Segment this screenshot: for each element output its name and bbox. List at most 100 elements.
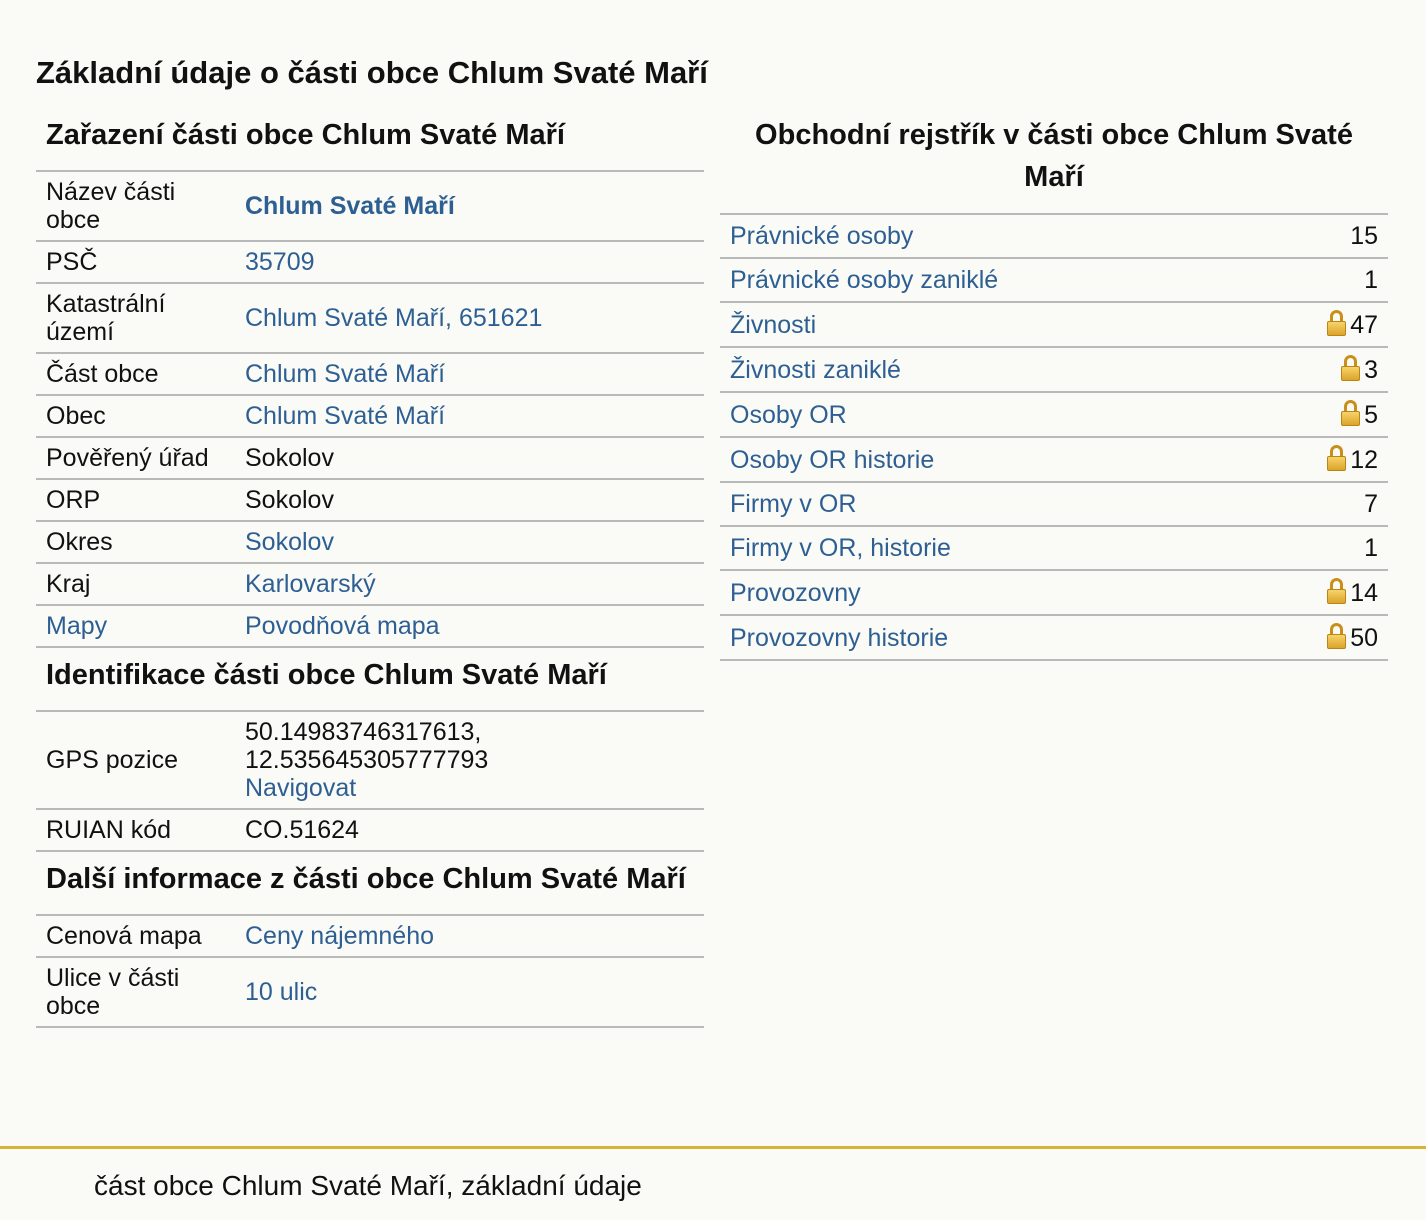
row-label: GPS pozice xyxy=(36,711,235,810)
register-count: 1 xyxy=(1364,534,1378,562)
register-count: 12 xyxy=(1350,446,1378,474)
row-label: Ulice v části obce xyxy=(36,957,235,1028)
row-label: Okres xyxy=(36,521,235,564)
cast-obce-link[interactable]: Chlum Svaté Maří xyxy=(245,360,445,388)
register-count-cell: 12 xyxy=(1256,437,1388,483)
lock-icon[interactable] xyxy=(1341,400,1361,426)
register-link[interactable]: Živnosti xyxy=(730,311,816,339)
register-count-cell: 15 xyxy=(1256,214,1388,259)
register-count-cell: 47 xyxy=(1256,302,1388,348)
gps-longitude: 12.535645305777793 xyxy=(245,746,489,774)
register-count-cell: 1 xyxy=(1256,258,1388,303)
register-count-cell: 14 xyxy=(1256,570,1388,616)
register-count-cell: 3 xyxy=(1256,347,1388,393)
povereny-urad-value: Sokolov xyxy=(235,437,704,480)
register-link[interactable]: Provozovny xyxy=(730,579,861,607)
table-row: Katastrální území Chlum Svaté Maří, 6516… xyxy=(36,283,704,354)
table-row: Název části obce Chlum Svaté Maří xyxy=(36,171,704,242)
register-count: 14 xyxy=(1350,579,1378,607)
identifikace-heading: Identifikace části obce Chlum Svaté Maří xyxy=(46,659,607,691)
row-label: PSČ xyxy=(36,241,235,284)
table-row: Právnické osoby zaniklé 1 xyxy=(720,258,1388,303)
table-row: ORP Sokolov xyxy=(36,479,704,522)
ulice-link[interactable]: 10 ulic xyxy=(245,978,317,1006)
ceny-najemneho-link[interactable]: Ceny nájemného xyxy=(245,922,434,950)
register-count: 3 xyxy=(1364,356,1378,384)
register-count: 47 xyxy=(1350,311,1378,339)
table-row: Osoby OR historie 12 xyxy=(720,437,1388,483)
register-count: 5 xyxy=(1364,401,1378,429)
table-row: Část obce Chlum Svaté Maří xyxy=(36,353,704,396)
gps-latitude: 50.14983746317613, xyxy=(245,718,482,746)
row-label: Pověřený úřad xyxy=(36,437,235,480)
kraj-link[interactable]: Karlovarský xyxy=(245,570,376,598)
ruian-value: CO.51624 xyxy=(235,809,704,852)
register-link[interactable]: Provozovny historie xyxy=(730,624,948,652)
row-label: Kraj xyxy=(36,563,235,606)
orp-value: Sokolov xyxy=(235,479,704,522)
register-count: 15 xyxy=(1350,222,1378,250)
lock-icon[interactable] xyxy=(1327,310,1347,336)
register-link[interactable]: Firmy v OR xyxy=(730,490,856,518)
zarazeni-table: Název části obce Chlum Svaté Maří PSČ 35… xyxy=(36,170,704,648)
register-count-cell: 5 xyxy=(1256,392,1388,438)
table-row: Okres Sokolov xyxy=(36,521,704,564)
register-count-cell: 1 xyxy=(1256,526,1388,571)
mapy-link[interactable]: Mapy xyxy=(46,612,107,640)
table-row: GPS pozice 50.14983746317613, 12.5356453… xyxy=(36,711,704,810)
lock-icon[interactable] xyxy=(1327,578,1347,604)
table-row: Cenová mapa Ceny nájemného xyxy=(36,915,704,958)
navigovat-link[interactable]: Navigovat xyxy=(245,774,356,802)
register-link[interactable]: Právnické osoby xyxy=(730,222,913,250)
table-row: PSČ 35709 xyxy=(36,241,704,284)
table-row: Právnické osoby 15 xyxy=(720,214,1388,259)
okres-link[interactable]: Sokolov xyxy=(245,528,334,556)
row-label: RUIAN kód xyxy=(36,809,235,852)
table-row: Mapy Povodňová mapa xyxy=(36,605,704,648)
table-row: Pověřený úřad Sokolov xyxy=(36,437,704,480)
psc-link[interactable]: 35709 xyxy=(245,248,315,276)
table-row: Obec Chlum Svaté Maří xyxy=(36,395,704,438)
register-count: 7 xyxy=(1364,490,1378,518)
rejstrik-heading: Obchodní rejstřík v části obce Chlum Sva… xyxy=(755,119,1353,193)
register-count: 50 xyxy=(1350,624,1378,652)
right-column: Obchodní rejstřík v části obce Chlum Sva… xyxy=(720,108,1388,661)
table-row: Kraj Karlovarský xyxy=(36,563,704,606)
register-link[interactable]: Firmy v OR, historie xyxy=(730,534,951,562)
table-row: Živnosti 47 xyxy=(720,302,1388,348)
register-count: 1 xyxy=(1364,266,1378,294)
katastralni-uzemi-link[interactable]: Chlum Svaté Maří, 651621 xyxy=(245,304,542,332)
register-link[interactable]: Právnické osoby zaniklé xyxy=(730,266,998,294)
table-row: Ulice v části obce 10 ulic xyxy=(36,957,704,1028)
povodnova-mapa-link[interactable]: Povodňová mapa xyxy=(245,612,440,640)
dalsi-heading: Další informace z části obce Chlum Svaté… xyxy=(46,863,686,895)
obec-link[interactable]: Chlum Svaté Maří xyxy=(245,402,445,430)
lock-icon[interactable] xyxy=(1327,445,1347,471)
lock-icon[interactable] xyxy=(1341,355,1361,381)
register-count-cell: 7 xyxy=(1256,482,1388,527)
row-label: ORP xyxy=(36,479,235,522)
footer-divider xyxy=(0,1146,1426,1149)
row-label: Obec xyxy=(36,395,235,438)
table-row: Provozovny historie 50 xyxy=(720,615,1388,661)
row-label: Katastrální území xyxy=(36,283,235,354)
register-link[interactable]: Živnosti zaniklé xyxy=(730,356,901,384)
table-row: Živnosti zaniklé 3 xyxy=(720,347,1388,393)
rejstrik-table: Právnické osoby 15 Právnické osoby zaniklé… xyxy=(720,213,1388,661)
page-title: Základní údaje o části obce Chlum Svaté … xyxy=(36,55,708,90)
left-column: Zařazení části obce Chlum Svaté Maří Náz… xyxy=(36,108,704,1028)
dalsi-table: Cenová mapa Ceny nájemného Ulice v části… xyxy=(36,914,704,1028)
register-count-cell: 50 xyxy=(1256,615,1388,661)
identifikace-table: GPS pozice 50.14983746317613, 12.5356453… xyxy=(36,710,704,852)
nazev-casti-obce-link[interactable]: Chlum Svaté Maří xyxy=(245,192,455,220)
table-row: Osoby OR 5 xyxy=(720,392,1388,438)
register-link[interactable]: Osoby OR historie xyxy=(730,446,934,474)
lock-icon[interactable] xyxy=(1327,623,1347,649)
register-link[interactable]: Osoby OR xyxy=(730,401,847,429)
table-row: Provozovny 14 xyxy=(720,570,1388,616)
table-row: Firmy v OR 7 xyxy=(720,482,1388,527)
table-row: Firmy v OR, historie 1 xyxy=(720,526,1388,571)
row-label: Cenová mapa xyxy=(36,915,235,958)
row-label: Část obce xyxy=(36,353,235,396)
zarazeni-heading: Zařazení části obce Chlum Svaté Maří xyxy=(46,119,565,151)
